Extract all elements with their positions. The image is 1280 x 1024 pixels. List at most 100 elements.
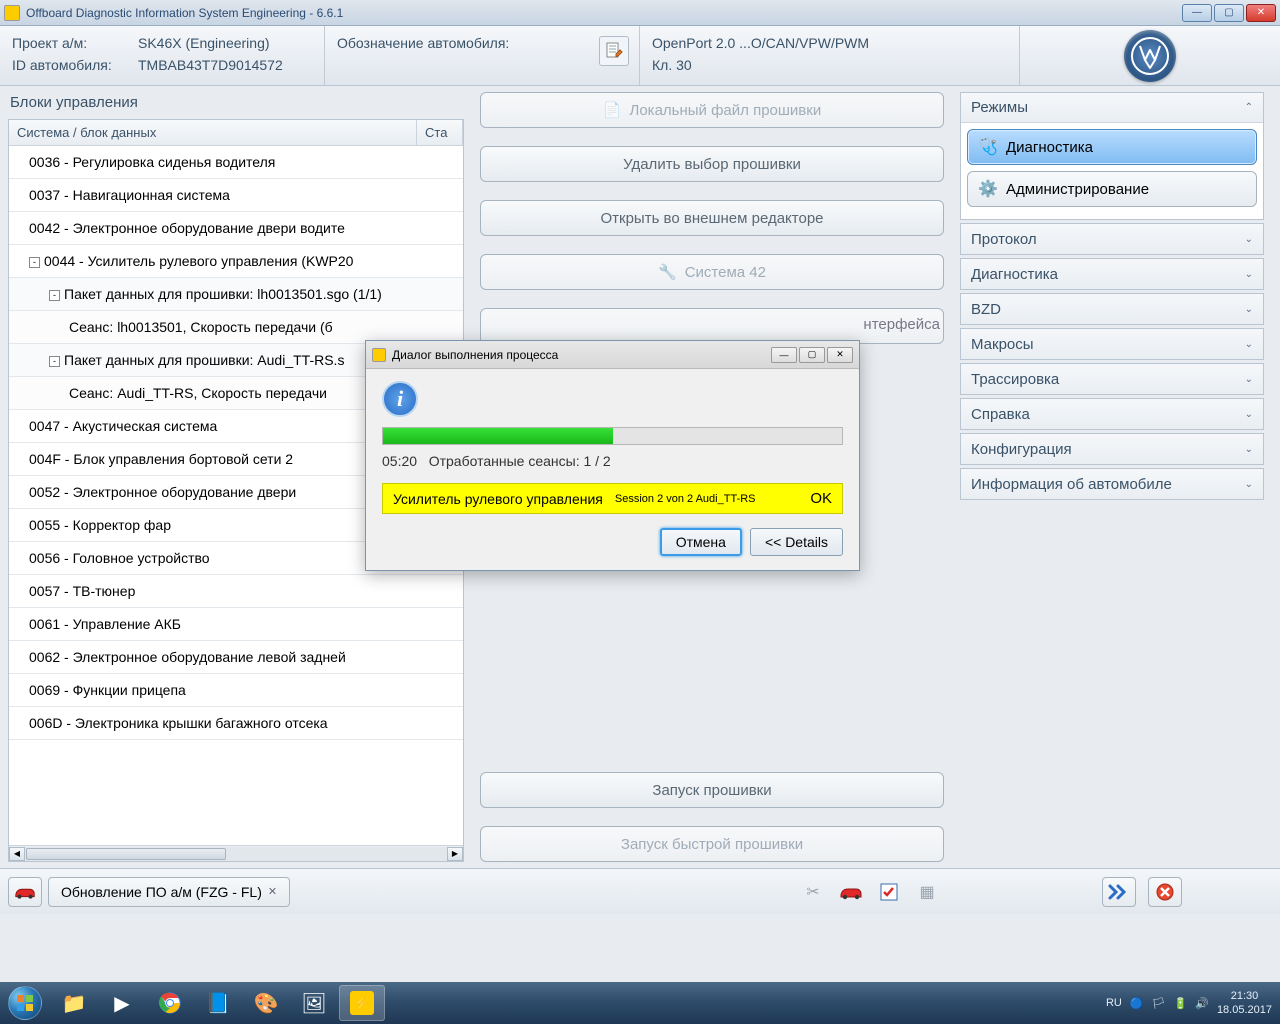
mode-administration-button[interactable]: ⚙️ Администрирование bbox=[967, 171, 1257, 207]
window-minimize-button[interactable]: — bbox=[1182, 4, 1212, 22]
tree-row-label: 0062 - Электронное оборудование левой за… bbox=[29, 649, 346, 665]
interface-label: OpenPort 2.0 ...O/CAN/VPW/PWM bbox=[652, 32, 869, 54]
tree-h-scrollbar[interactable]: ◀ ▶ bbox=[9, 845, 463, 861]
taskbar-chrome[interactable] bbox=[147, 985, 193, 1021]
tree-col-system[interactable]: Система / блок данных bbox=[9, 120, 417, 145]
scroll-right-button[interactable]: ▶ bbox=[447, 847, 463, 861]
section-label: Конфигурация bbox=[971, 441, 1072, 458]
forward-button[interactable] bbox=[1102, 877, 1136, 907]
stethoscope-icon: 🩺 bbox=[978, 137, 998, 157]
modes-section-header[interactable]: Режимы ⌃ bbox=[961, 93, 1263, 123]
tree-row-label: 0037 - Навигационная система bbox=[29, 187, 230, 203]
taskbar-mediaplayer[interactable]: ▶ bbox=[99, 985, 145, 1021]
window-close-button[interactable]: ✕ bbox=[1246, 4, 1276, 22]
taskbar-odis-app[interactable]: ⚡ bbox=[339, 985, 385, 1021]
section-header[interactable]: Конфигурация ⌄ bbox=[961, 434, 1263, 464]
system42-button: 🔧 Система 42 bbox=[480, 254, 944, 290]
section-header[interactable]: Диагностика⌄ bbox=[961, 259, 1263, 289]
tree-row-label: 0052 - Электронное оборудование двери bbox=[29, 484, 296, 500]
tree-row[interactable]: 0037 - Навигационная система bbox=[9, 179, 463, 212]
cut-icon-button[interactable]: ✂ bbox=[796, 877, 830, 907]
windows-taskbar: 📁 ▶ 📘 🎨 🖼 ⚡ RU 🔵 🏳 🔋 🔊 21:30 18.05.2017 bbox=[0, 982, 1280, 1024]
tree-row-label: Сеанс: Audi_TT-RS, Скорость передачи bbox=[69, 385, 327, 401]
tray-action-center-icon[interactable]: 🏳 bbox=[1152, 997, 1166, 1010]
taskbar-clock[interactable]: 21:30 18.05.2017 bbox=[1217, 989, 1272, 1017]
dialog-details-button[interactable]: << Details bbox=[750, 528, 843, 556]
window-maximize-button[interactable]: ▢ bbox=[1214, 4, 1244, 22]
scroll-thumb[interactable] bbox=[26, 848, 226, 860]
taskbar-explorer[interactable]: 📁 bbox=[51, 985, 97, 1021]
tree-row[interactable]: 0036 - Регулировка сиденья водителя bbox=[9, 146, 463, 179]
cancel-button[interactable] bbox=[1148, 877, 1182, 907]
tree-row-label: Сеанс: lh0013501, Скорость передачи (б bbox=[69, 319, 333, 335]
start-button[interactable] bbox=[0, 982, 50, 1024]
tree-toggle-icon[interactable]: - bbox=[49, 356, 60, 367]
start-flash-button[interactable]: Запуск прошивки bbox=[480, 772, 944, 808]
tree-row-label: 0057 - ТВ-тюнер bbox=[29, 583, 135, 599]
file-icon: 📄 bbox=[603, 101, 622, 119]
delete-firmware-button[interactable]: Удалить выбор прошивки bbox=[480, 146, 944, 182]
tree-row[interactable]: 0061 - Управление АКБ bbox=[9, 608, 463, 641]
tray-flag-icon[interactable]: 🔵 bbox=[1130, 997, 1144, 1010]
section-label: BZD bbox=[971, 301, 1001, 318]
section-label: Диагностика bbox=[971, 266, 1058, 283]
chevron-down-icon: ⌄ bbox=[1245, 444, 1253, 455]
mode-diagnostics-button[interactable]: 🩺 Диагностика bbox=[967, 129, 1257, 165]
engine-app-icon bbox=[4, 5, 20, 21]
project-label: Проект а/м: bbox=[12, 32, 132, 54]
status-ok: OK bbox=[810, 490, 832, 507]
section-header[interactable]: BZD ⌄ bbox=[961, 294, 1263, 324]
taskbar-lang[interactable]: RU bbox=[1106, 997, 1122, 1009]
firmware-update-tab[interactable]: Обновление ПО а/м (FZG - FL) ✕ bbox=[48, 877, 290, 907]
tree-row[interactable]: 006D - Электроника крышки багажного отсе… bbox=[9, 707, 463, 740]
tree-row-label: 006D - Электроника крышки багажного отсе… bbox=[29, 715, 328, 731]
tray-volume-icon[interactable]: 🔊 bbox=[1195, 997, 1209, 1010]
section-header[interactable]: Протокол⌄ bbox=[961, 224, 1263, 254]
section-label: Макросы bbox=[971, 336, 1034, 353]
tree-row-label: Пакет данных для прошивки: Audi_TT-RS.s bbox=[64, 352, 344, 368]
taskbar-editor[interactable]: 📘 bbox=[195, 985, 241, 1021]
tree-row[interactable]: 0069 - Функции прицепа bbox=[9, 674, 463, 707]
tree-row[interactable]: -Пакет данных для прошивки: lh0013501.sg… bbox=[9, 278, 463, 311]
scroll-left-button[interactable]: ◀ bbox=[9, 847, 25, 861]
section-header[interactable]: Справка⌄ bbox=[961, 399, 1263, 429]
tray-battery-icon[interactable]: 🔋 bbox=[1174, 997, 1188, 1010]
tree-row[interactable]: 0042 - Электронное оборудование двери во… bbox=[9, 212, 463, 245]
chevron-down-icon: ⌄ bbox=[1245, 409, 1253, 420]
section-header[interactable]: Макросы ⌄ bbox=[961, 329, 1263, 359]
tree-row[interactable]: 0057 - ТВ-тюнер bbox=[9, 575, 463, 608]
start-fast-flash-button: Запуск быстрой прошивки bbox=[480, 826, 944, 862]
chevron-down-icon: ⌄ bbox=[1245, 339, 1253, 350]
tree-row-label: 0042 - Электронное оборудование двери во… bbox=[29, 220, 345, 236]
grid-icon-button[interactable]: ▦ bbox=[910, 877, 944, 907]
taskbar-paint[interactable]: 🎨 bbox=[243, 985, 289, 1021]
dialog-close-button[interactable]: ✕ bbox=[827, 347, 853, 363]
tree-row-label: 0055 - Корректор фар bbox=[29, 517, 171, 533]
tree-toggle-icon[interactable]: - bbox=[29, 257, 40, 268]
chevron-down-icon: ⌄ bbox=[1245, 304, 1253, 315]
progress-bar bbox=[382, 427, 843, 445]
chevron-down-icon: ⌄ bbox=[1245, 374, 1253, 385]
dialog-maximize-button[interactable]: ▢ bbox=[799, 347, 825, 363]
tree-row-label: 0047 - Акустическая система bbox=[29, 418, 217, 434]
taskbar-gallery[interactable]: 🖼 bbox=[291, 985, 337, 1021]
car-home-tab[interactable] bbox=[8, 877, 42, 907]
dialog-cancel-button[interactable]: Отмена bbox=[660, 528, 742, 556]
section-header[interactable]: Трассировка ⌄ bbox=[961, 364, 1263, 394]
vehicle-id-label: ID автомобиля: bbox=[12, 54, 132, 76]
dialog-minimize-button[interactable]: — bbox=[771, 347, 797, 363]
car-icon-button[interactable] bbox=[834, 877, 868, 907]
open-external-editor-button[interactable]: Открыть во внешнем редакторе bbox=[480, 200, 944, 236]
tree-row[interactable]: -0044 - Усилитель рулевого управления (K… bbox=[9, 245, 463, 278]
notepad-button[interactable] bbox=[599, 36, 629, 66]
tree-row[interactable]: 0062 - Электронное оборудование левой за… bbox=[9, 641, 463, 674]
tree-toggle-icon[interactable]: - bbox=[49, 290, 60, 301]
section-header[interactable]: Информация об автомобиле⌄ bbox=[961, 469, 1263, 499]
window-titlebar: Offboard Diagnostic Information System E… bbox=[0, 0, 1280, 26]
process-dialog: Диалог выполнения процесса — ▢ ✕ i 05:20… bbox=[365, 340, 860, 571]
dialog-title: Диалог выполнения процесса bbox=[392, 348, 558, 362]
tree-col-status[interactable]: Ста bbox=[417, 120, 463, 145]
check-box-icon-button[interactable] bbox=[872, 877, 906, 907]
tab-close-icon[interactable]: ✕ bbox=[268, 885, 277, 898]
section-label: Трассировка bbox=[971, 371, 1059, 388]
